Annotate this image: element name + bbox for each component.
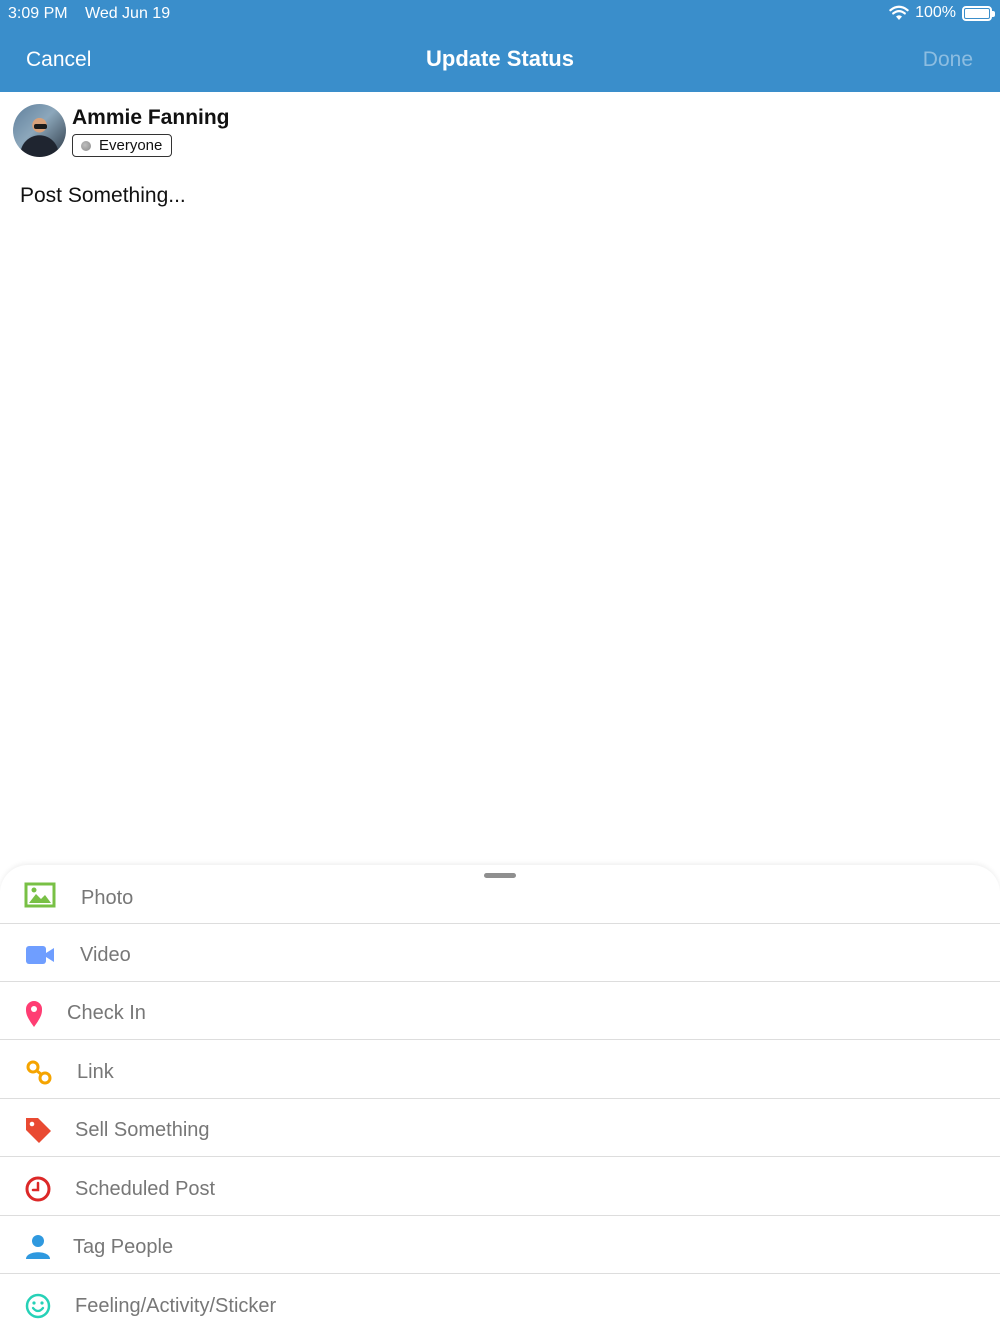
done-button[interactable]: Done [923,48,973,72]
status-right-group: 100% [889,4,995,22]
smiley-icon [25,1293,51,1319]
location-pin-icon [26,1001,42,1027]
status-bar: 3:09 PM Wed Jun 19 100% [0,0,1000,28]
option-label: Feeling/Activity/Sticker [75,1295,277,1317]
price-tag-icon [26,1118,51,1143]
clock-icon [25,1176,51,1202]
battery-icon [962,5,995,21]
status-time: 3:09 PM [8,5,68,22]
option-feeling-activity-sticker[interactable]: Feeling/Activity/Sticker [0,1275,1000,1334]
option-check-in[interactable]: Check In [0,982,1000,1040]
option-label: Link [77,1061,114,1083]
option-label: Sell Something [75,1119,210,1141]
avatar [13,104,66,157]
user-name: Ammie Fanning [72,106,230,129]
page-title: Update Status [426,46,574,71]
audience-selector[interactable]: Everyone [72,134,173,157]
option-label: Tag People [73,1236,174,1258]
video-camera-icon [26,946,54,964]
status-date: Wed Jun 19 [85,5,171,22]
option-label: Check In [67,1002,146,1024]
option-label: Scheduled Post [75,1178,216,1200]
audience-label: Everyone [99,137,163,154]
option-video[interactable]: Video [0,924,1000,982]
globe-icon [81,141,91,151]
option-label: Video [80,944,131,966]
navigation-header: 3:09 PM Wed Jun 19 100% Cancel Update St… [0,0,1000,92]
post-options-sheet: Photo Video Check In Link Sell Something [0,865,1000,1334]
option-tag-people[interactable]: Tag People [0,1216,1000,1274]
wifi-icon [889,5,909,20]
battery-percentage: 100% [915,4,956,21]
option-scheduled-post[interactable]: Scheduled Post [0,1158,1000,1216]
link-icon [26,1060,52,1085]
option-link[interactable]: Link [0,1041,1000,1099]
option-sell-something[interactable]: Sell Something [0,1099,1000,1157]
photo-icon [24,882,56,908]
battery-fill [965,8,989,18]
person-icon [26,1235,50,1259]
post-input[interactable]: Post Something... [20,184,186,208]
option-photo[interactable]: Photo [0,865,1000,924]
option-label: Photo [81,887,134,909]
